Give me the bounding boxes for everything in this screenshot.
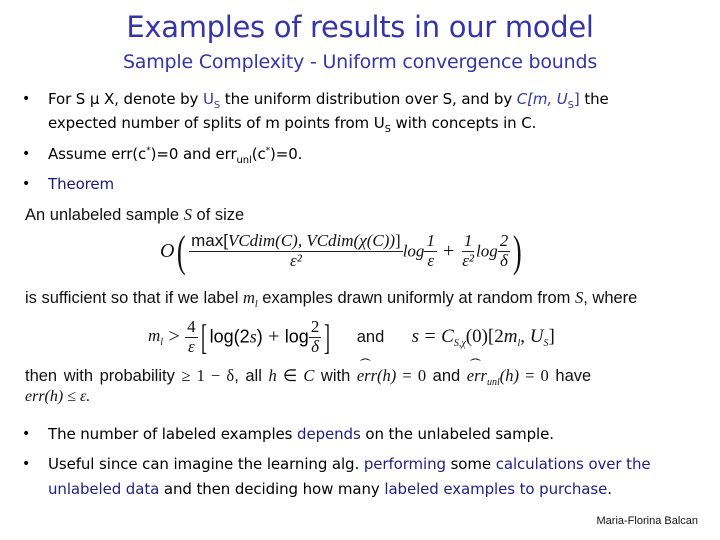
us-symbol: US — [203, 90, 221, 111]
author-footer: Maria-Florina Balcan — [596, 515, 698, 527]
theorem-intro: An unlabeled sample S of size — [25, 205, 245, 224]
theorem-label: Theorem — [48, 175, 115, 193]
bullet-useful-line2: unlabeled data and then deciding how man… — [48, 480, 612, 498]
labeled-examples-formula: ml > 4 ε[log(2s) + log 2 δ] and s = CS,χ(0)… — [148, 316, 555, 357]
bullet-dot: • — [22, 146, 31, 162]
bullet-dot: • — [22, 91, 31, 107]
bullet-dot: • — [22, 426, 31, 442]
bullet-dot: • — [22, 456, 31, 472]
text: the — [579, 90, 609, 108]
text: For S µ X, denote by — [48, 90, 203, 108]
bullet-dot: • — [22, 176, 31, 192]
bullet-useful-line1: Useful since can imagine the learning al… — [48, 455, 651, 473]
splits-symbol: C[m, US] — [516, 90, 580, 111]
bullet-definition-line1: For S µ X, denote by US the uniform dist… — [48, 90, 609, 111]
theorem-line3: then with probability ≥ 1 − δ, all h ∈ C… — [25, 366, 591, 388]
bullet-depends-text: The number of labeled examples depends o… — [48, 425, 554, 443]
slide-subtitle: Sample Complexity - Uniform convergence … — [122, 51, 598, 73]
theorem-line4: err(h) ≤ ε. — [25, 388, 91, 405]
fraction: max[VCdim(C), VCdim(χ(C))] ε² — [189, 231, 403, 270]
slide-title: Examples of results in our model — [126, 10, 594, 44]
sample-size-formula: O(max[VCdim(C), VCdim(χ(C))] ε² log 1 ε +1 ε² l… — [160, 227, 522, 276]
bullet-definition-line2: expected number of splits of m points fr… — [48, 114, 537, 135]
theorem-line2: is sufficient so that if we label ml exa… — [25, 288, 638, 310]
bullet-assumption-text: Assume err(c*)=0 and errunl(c*)=0. — [48, 145, 303, 166]
text: the uniform distribution over S, and by — [220, 90, 517, 108]
